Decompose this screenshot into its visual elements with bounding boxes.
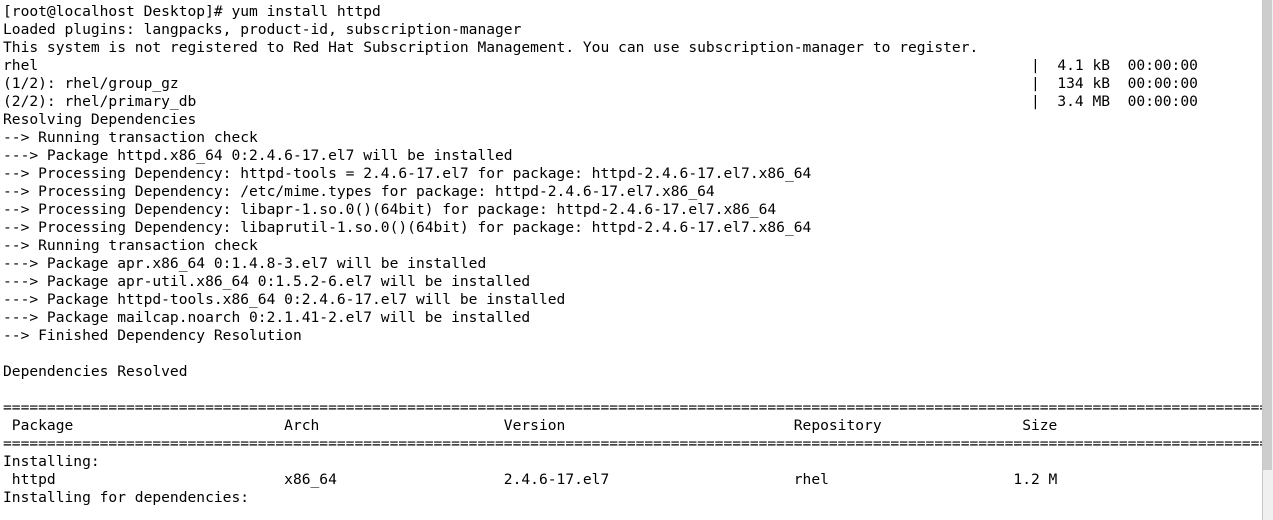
terminal-output-area[interactable]: [root@localhost Desktop]# yum install ht… (0, 0, 1262, 520)
terminal-line: ========================================… (3, 435, 1262, 452)
terminal-line: ---> Package apr-util.x86_64 0:1.5.2-6.e… (3, 273, 531, 290)
terminal-line: Installing: (3, 453, 100, 470)
terminal-line: Resolving Dependencies (3, 111, 197, 128)
terminal-line: (1/2): rhel/group_gz | 134 kB 00:00:00 (3, 75, 1242, 92)
terminal-line: --> Processing Dependency: httpd-tools =… (3, 165, 812, 182)
terminal-line: ---> Package httpd-tools.x86_64 0:2.4.6-… (3, 291, 566, 308)
terminal-line: rhel | 4.1 kB 00:00:00 (3, 57, 1242, 74)
terminal-line: --> Running transaction check (3, 129, 258, 146)
terminal-line: httpd x86_64 2.4.6-17.el7 rhel 1.2 M (3, 471, 1058, 488)
terminal-line: Dependencies Resolved (3, 363, 188, 380)
terminal-line: ---> Package httpd.x86_64 0:2.4.6-17.el7… (3, 147, 513, 164)
terminal-scrollbar[interactable] (1262, 0, 1273, 520)
terminal-line: Installing for dependencies: (3, 489, 250, 506)
terminal-line: --> Processing Dependency: libaprutil-1.… (3, 219, 812, 236)
terminal-line: --> Processing Dependency: /etc/mime.typ… (3, 183, 715, 200)
terminal-line: --> Processing Dependency: libapr-1.so.0… (3, 201, 777, 218)
terminal-line: Package Arch Version Repository Size (3, 417, 1058, 434)
terminal-line: [root@localhost Desktop]# yum install ht… (3, 3, 381, 20)
terminal-line: --> Finished Dependency Resolution (3, 327, 302, 344)
terminal-line: --> Running transaction check (3, 237, 258, 254)
terminal-window[interactable]: [root@localhost Desktop]# yum install ht… (0, 0, 1273, 520)
terminal-line: This system is not registered to Red Hat… (3, 39, 979, 56)
terminal-line: (2/2): rhel/primary_db | 3.4 MB 00:00:00 (3, 93, 1242, 110)
terminal-line: ---> Package mailcap.noarch 0:2.1.41-2.e… (3, 309, 531, 326)
terminal-line: ========================================… (3, 399, 1262, 416)
terminal-scrollbar-thumb[interactable] (1263, 0, 1272, 470)
terminal-line: ---> Package apr.x86_64 0:1.4.8-3.el7 wi… (3, 255, 487, 272)
terminal-line: Loaded plugins: langpacks, product-id, s… (3, 21, 522, 38)
